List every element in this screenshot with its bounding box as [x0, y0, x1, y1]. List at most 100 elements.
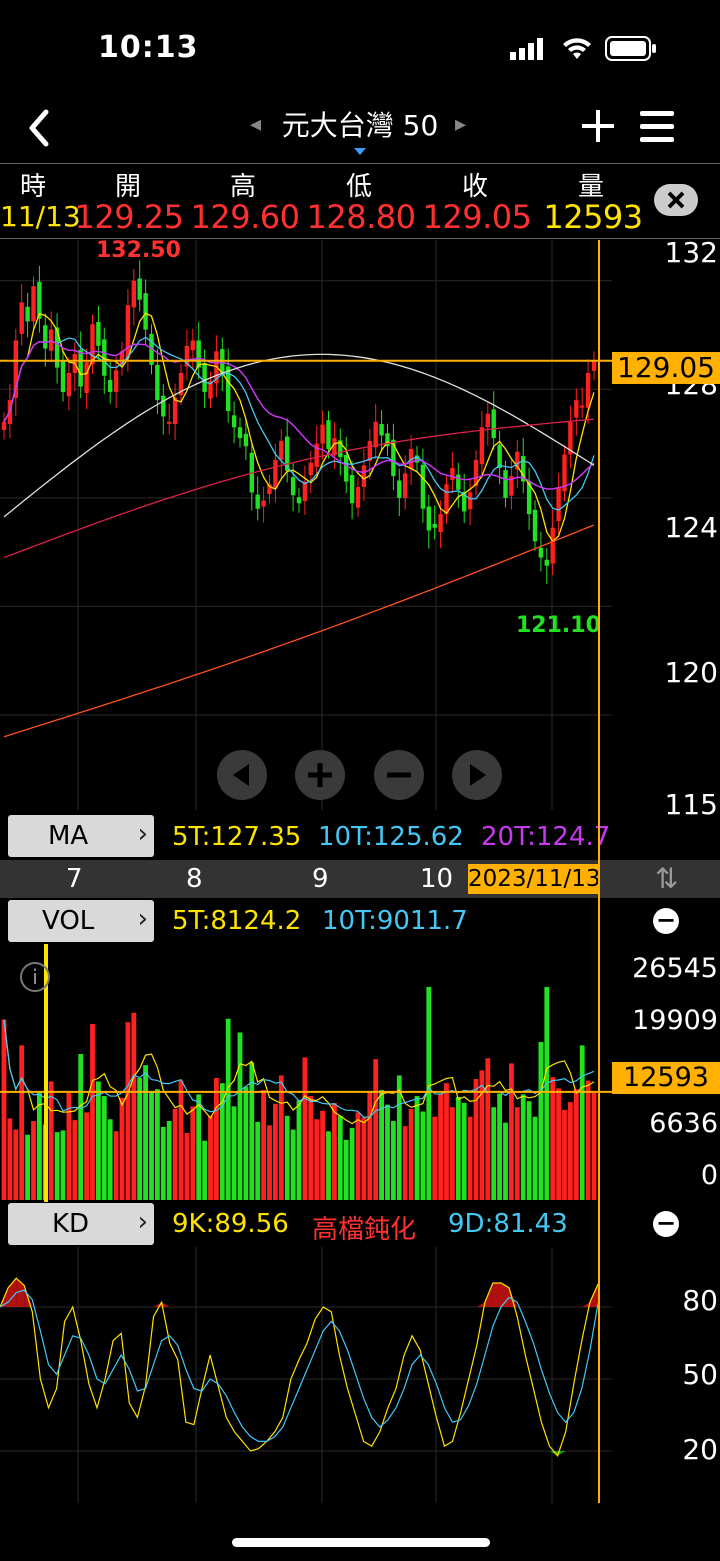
- volume-bar: [337, 1115, 343, 1200]
- candle-body: [113, 370, 119, 392]
- close-quote-button[interactable]: [654, 184, 698, 216]
- candle-body: [344, 454, 349, 482]
- kd-selector[interactable]: KD ›: [8, 1203, 154, 1245]
- volume-bar: [544, 986, 550, 1200]
- collapse-kd-button[interactable]: −: [653, 1211, 679, 1237]
- volume-bar: [509, 1063, 514, 1200]
- zoom-in-button[interactable]: [295, 750, 345, 800]
- stock-title[interactable]: 元大台灣 50: [250, 104, 470, 144]
- candle-body: [444, 484, 449, 515]
- kd-axis-label: 50: [682, 1358, 718, 1391]
- price-axis-label: 132: [664, 236, 718, 269]
- volume-bar: [48, 1081, 54, 1200]
- vol5-legend: 5T:8124.2: [172, 906, 302, 936]
- volume-bar: [308, 1096, 314, 1200]
- candle-body: [296, 497, 302, 504]
- candle-body: [43, 325, 48, 349]
- candle-body: [349, 475, 355, 504]
- signal-icon: [510, 38, 546, 60]
- volume-bar: [491, 1107, 497, 1200]
- candle-body: [426, 506, 431, 531]
- vol-selector[interactable]: VOL ›: [8, 900, 154, 942]
- candle-body: [373, 421, 378, 448]
- wifi-icon: [562, 38, 592, 64]
- volume-bar: [479, 1070, 485, 1200]
- volume-bar: [7, 1118, 13, 1200]
- candle-body: [143, 293, 148, 330]
- collapse-vol-button[interactable]: −: [653, 908, 679, 934]
- candle-body: [538, 547, 544, 558]
- back-button[interactable]: [24, 104, 58, 148]
- d-line: [0, 1289, 599, 1442]
- volume-bar: [450, 1107, 455, 1200]
- vol-selector-label: VOL: [42, 906, 95, 936]
- volume-bar: [155, 1089, 160, 1200]
- volume-bar: [391, 1120, 396, 1200]
- volume-bar: [208, 1115, 213, 1200]
- quote-high: 129.60: [190, 198, 300, 236]
- zoom-out-button[interactable]: [374, 750, 424, 800]
- volume-bar: [60, 1130, 66, 1200]
- candle-body: [479, 427, 485, 465]
- volume-bar: [202, 1140, 207, 1200]
- kd-chart[interactable]: [0, 1247, 612, 1503]
- volume-chart[interactable]: [0, 944, 612, 1202]
- volume-bar: [255, 1121, 261, 1200]
- volume-bar: [343, 1139, 349, 1200]
- volume-bar: [125, 1022, 131, 1200]
- next-stock-icon[interactable]: ▸: [455, 112, 466, 137]
- volume-bar: [473, 1078, 479, 1200]
- candle-body: [290, 477, 296, 496]
- candle-body: [450, 468, 455, 480]
- volume-bar: [532, 1116, 538, 1200]
- candle-body: [60, 361, 66, 392]
- title-indicator: [354, 148, 366, 155]
- volume-bar: [131, 1012, 137, 1200]
- chevron-right-icon: ›: [137, 1207, 148, 1237]
- volume-bar: [184, 1133, 190, 1200]
- candle-body: [379, 424, 384, 436]
- ma-selector[interactable]: MA ›: [8, 815, 154, 857]
- vol-axis-label: 19909: [632, 1005, 718, 1036]
- candle-body: [497, 444, 502, 468]
- candle-body: [231, 415, 237, 428]
- candle-body: [361, 465, 367, 487]
- candle-body: [532, 509, 538, 542]
- candle-body: [96, 321, 101, 346]
- volume-bar: [414, 1096, 420, 1200]
- candle-body: [255, 494, 260, 509]
- quote-low: 128.80: [306, 198, 416, 236]
- volume-bar: [367, 1090, 373, 1200]
- volume-bar: [349, 1127, 355, 1200]
- scroll-right-button[interactable]: [452, 750, 502, 800]
- max-price-label: 132.50: [96, 238, 181, 263]
- volume-bar: [455, 1096, 461, 1200]
- quote-open: 129.25: [74, 198, 184, 236]
- menu-button[interactable]: [640, 110, 676, 148]
- volume-bar: [66, 1090, 72, 1200]
- candle-body: [84, 362, 89, 394]
- volume-bar: [113, 1131, 119, 1200]
- info-icon[interactable]: i: [20, 962, 50, 992]
- candle-body: [491, 409, 496, 439]
- candle-body: [438, 514, 443, 533]
- volume-bar: [290, 1129, 296, 1200]
- kd-status: 高檔鈍化: [312, 1215, 417, 1245]
- volume-bar: [426, 986, 432, 1200]
- candle-body: [1, 421, 7, 430]
- quote-volume: 12593: [543, 198, 643, 236]
- add-button[interactable]: [580, 108, 616, 148]
- candle-body: [432, 523, 437, 528]
- scroll-left-button[interactable]: [217, 750, 267, 800]
- volume-bar: [166, 1120, 172, 1200]
- candle-body: [167, 421, 172, 424]
- volume-bar: [219, 1083, 225, 1200]
- price-chart[interactable]: [0, 240, 612, 810]
- candle-body: [19, 302, 24, 334]
- home-indicator[interactable]: [232, 1538, 490, 1547]
- volume-bar: [143, 1065, 148, 1200]
- volume-bar: [84, 1112, 89, 1200]
- sort-icon[interactable]: ⇅: [655, 862, 678, 895]
- volume-bar: [373, 1059, 379, 1200]
- candle-body: [550, 527, 555, 564]
